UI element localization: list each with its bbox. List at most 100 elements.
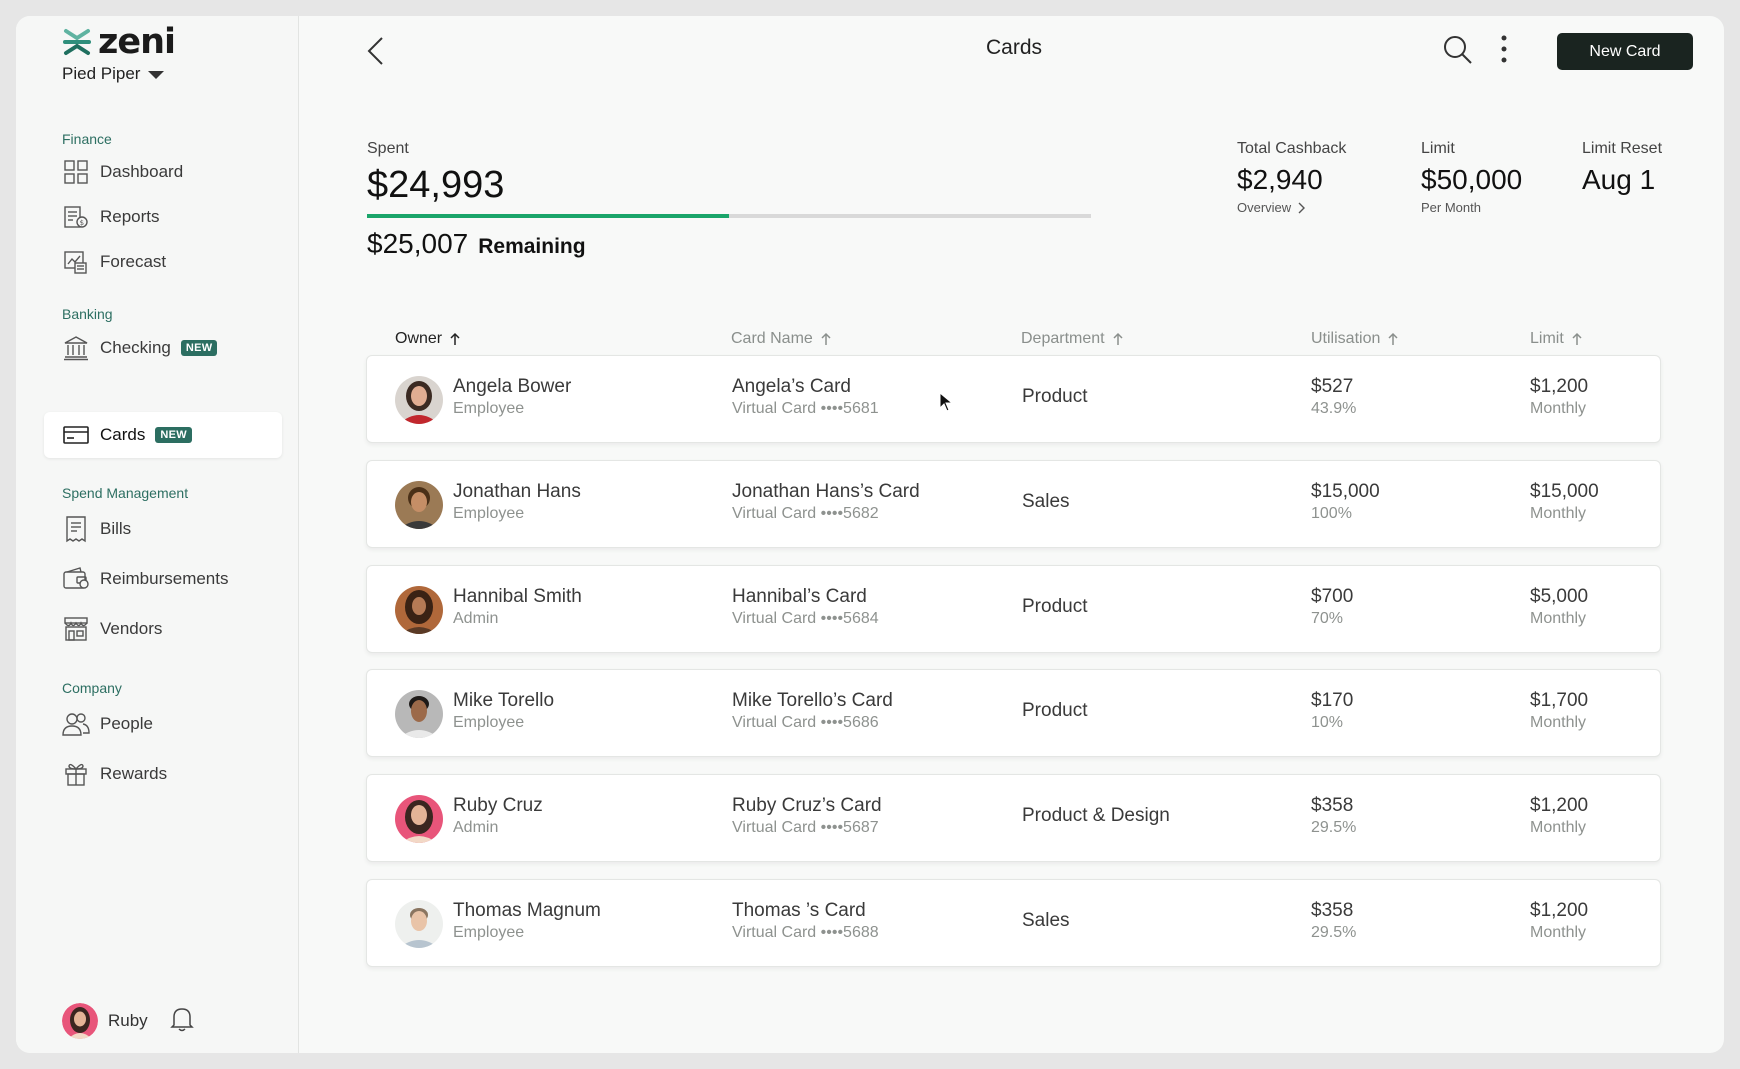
sidebar-item-bills[interactable]: Bills	[62, 511, 131, 547]
sidebar-item-reimbursements[interactable]: Reimbursements	[62, 561, 229, 597]
limit-label: Limit	[1421, 140, 1455, 157]
svg-text:$: $	[80, 219, 84, 227]
sidebar-item-cards[interactable]: Cards NEW	[44, 412, 282, 458]
limit-value: $50,000	[1421, 164, 1523, 195]
limit-period: Monthly	[1530, 610, 1587, 627]
sidebar-item-dashboard[interactable]: Dashboard	[62, 154, 183, 190]
table-row[interactable]: Hannibal Smith Admin Hannibal’s Card Virtu…	[366, 565, 1661, 653]
limit-period: Monthly	[1530, 400, 1587, 417]
owner-cell: Jonathan Hans Employee	[453, 481, 581, 523]
card-cell: Thomas ’s Card Virtual Card ••••5688	[732, 900, 879, 942]
sidebar-item-forecast[interactable]: Forecast	[62, 244, 166, 280]
utilisation-percent: 29.5%	[1311, 819, 1357, 836]
sidebar-item-rewards[interactable]: Rewards	[62, 756, 167, 792]
stat-cashback: Total Cashback $2,940 Overview	[1237, 140, 1346, 215]
sidebar-item-label: Reports	[100, 207, 160, 226]
column-header-limit[interactable]: Limit	[1530, 330, 1582, 348]
utilisation-cell: $358 29.5%	[1311, 795, 1356, 837]
sort-arrow-icon	[1572, 332, 1582, 345]
bell-icon[interactable]	[170, 1006, 194, 1037]
zeni-mark-icon	[63, 29, 91, 55]
new-badge: NEW	[180, 340, 218, 356]
utilisation-amount: $358	[1311, 900, 1354, 921]
department: Sales	[1022, 491, 1070, 512]
owner-cell: Hannibal Smith Admin	[453, 586, 582, 628]
owner-cell: Mike Torello Employee	[453, 690, 554, 732]
department: Sales	[1022, 910, 1070, 931]
sort-arrow-icon	[450, 332, 460, 345]
utilisation-cell: $527 43.9%	[1311, 376, 1356, 418]
column-label: Owner	[395, 330, 443, 347]
limit-sub: Per Month	[1421, 200, 1481, 215]
limit-amount: $1,200	[1530, 795, 1589, 816]
sidebar-item-label: Rewards	[100, 764, 168, 783]
table-row[interactable]: Ruby Cruz Admin Ruby Cruz’s Card Virtual C…	[366, 774, 1661, 862]
column-label: Department	[1021, 330, 1105, 347]
user-menu[interactable]: Ruby	[62, 1003, 148, 1039]
avatar	[395, 376, 443, 424]
cashback-value: $2,940	[1237, 164, 1323, 195]
more-options-icon[interactable]	[1500, 34, 1508, 69]
utilisation-percent: 43.9%	[1311, 400, 1357, 417]
owner-role: Employee	[453, 505, 525, 522]
cashback-overview-link[interactable]: Overview	[1237, 200, 1346, 215]
zeni-logo[interactable]: zeni	[62, 22, 176, 62]
sidebar-item-vendors[interactable]: Vendors	[62, 611, 162, 647]
table-row[interactable]: Mike Torello Employee Mike Torello’s Card…	[366, 669, 1661, 757]
owner-role: Employee	[453, 714, 525, 731]
limit-cell: $1,700 Monthly	[1530, 690, 1588, 732]
new-card-button[interactable]: New Card	[1557, 33, 1693, 70]
column-header-owner[interactable]: Owner	[395, 330, 460, 348]
utilisation-cell: $15,000 100%	[1311, 481, 1380, 523]
department: Product	[1022, 596, 1088, 617]
cashback-label: Total Cashback	[1237, 140, 1347, 157]
department: Product & Design	[1022, 805, 1170, 826]
sidebar-item-reports[interactable]: $ Reports	[62, 199, 160, 235]
table-row[interactable]: Thomas Magnum Employee Thomas ’s Card Virt…	[366, 879, 1661, 967]
owner-name: Jonathan Hans	[453, 481, 581, 502]
card-cell: Angela’s Card Virtual Card ••••5681	[732, 376, 879, 418]
utilisation-percent: 29.5%	[1311, 924, 1357, 941]
sidebar: zeni Pied Piper Finance Dashboard $ Repo…	[16, 16, 299, 1053]
sidebar-item-people[interactable]: People	[62, 706, 153, 742]
card-number: Virtual Card ••••5687	[732, 819, 879, 836]
bank-icon	[62, 334, 90, 362]
card-icon	[62, 421, 90, 449]
search-icon[interactable]	[1443, 35, 1473, 70]
overview-label: Overview	[1237, 200, 1292, 215]
limit-amount: $1,200	[1530, 900, 1589, 921]
column-label: Limit	[1530, 330, 1564, 347]
card-name: Thomas ’s Card	[732, 900, 866, 921]
section-spend-management: Spend Management	[62, 485, 189, 501]
new-badge: NEW	[155, 427, 192, 443]
utilisation-cell: $700 70%	[1311, 586, 1353, 628]
column-header-department[interactable]: Department	[1021, 330, 1123, 348]
column-header-card-name[interactable]: Card Name	[731, 330, 831, 348]
reports-icon: $	[62, 203, 90, 231]
owner-name: Hannibal Smith	[453, 586, 582, 607]
avatar	[395, 481, 443, 529]
card-number: Virtual Card ••••5686	[732, 714, 879, 731]
chevron-right-icon	[1298, 202, 1306, 213]
org-switcher[interactable]: Pied Piper	[62, 64, 165, 84]
owner-role: Admin	[453, 610, 499, 627]
back-icon[interactable]	[366, 36, 384, 71]
table-row[interactable]: Angela Bower Employee Angela’s Card Virtua…	[366, 355, 1661, 443]
table-row[interactable]: Jonathan Hans Employee Jonathan Hans’s Ca…	[366, 460, 1661, 548]
limit-period: Monthly	[1530, 505, 1587, 522]
card-name: Angela’s Card	[732, 376, 852, 397]
section-finance: Finance	[62, 131, 112, 147]
sort-arrow-icon	[1113, 332, 1123, 345]
spent-label: Spent	[367, 140, 409, 157]
store-icon	[62, 615, 90, 643]
utilisation-percent: 70%	[1311, 610, 1344, 627]
avatar	[395, 795, 443, 843]
limit-amount: $15,000	[1530, 481, 1599, 502]
column-header-utilisation[interactable]: Utilisation	[1311, 330, 1398, 348]
spent-amount: $24,993	[367, 164, 505, 206]
sidebar-item-checking[interactable]: Checking NEW	[62, 330, 218, 366]
stat-limit: Limit $50,000 Per Month	[1421, 140, 1522, 215]
limit-amount: $1,200	[1530, 376, 1589, 397]
sidebar-item-label: Dashboard	[100, 162, 184, 181]
utilisation-amount: $700	[1311, 586, 1354, 607]
